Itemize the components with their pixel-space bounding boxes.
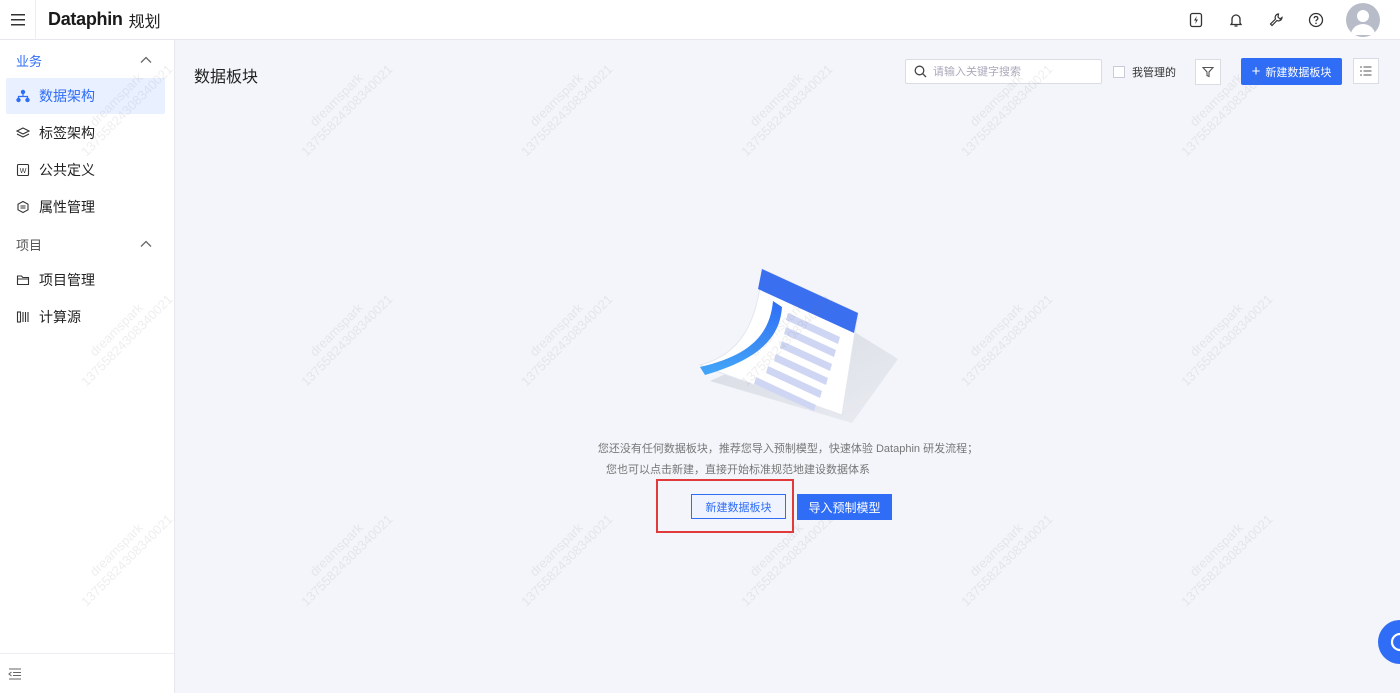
group-business[interactable]: 业务 [0, 42, 174, 78]
help-icon[interactable] [1296, 0, 1336, 40]
upgrade-icon[interactable] [1176, 0, 1216, 40]
sidebar-item-data-architecture[interactable]: 数据架构 [6, 78, 165, 114]
wrench-icon[interactable] [1256, 0, 1296, 40]
filter-button[interactable] [1195, 59, 1221, 85]
sidebar-collapse-button[interactable] [0, 653, 174, 693]
sidebar: 业务 数据架构 标签架构 W 公共定义 属性管理 项目 项目管理 计算源 [0, 40, 175, 693]
new-data-block-button[interactable]: + 新建数据板块 [1241, 58, 1342, 85]
compute-icon [16, 310, 30, 324]
chevron-up-icon [140, 240, 152, 247]
empty-new-data-block-button[interactable]: 新建数据板块 [691, 494, 786, 519]
chevron-up-icon [140, 56, 152, 63]
avatar[interactable] [1346, 3, 1380, 37]
search-box[interactable] [905, 59, 1102, 84]
sitemap-icon [16, 89, 30, 103]
main-content: 数据板块 我管理的 + 新建数据板块 [176, 41, 1400, 693]
list-icon [1360, 66, 1372, 76]
collapse-icon [8, 667, 21, 680]
folder-icon [16, 273, 30, 287]
group-project[interactable]: 项目 [0, 226, 174, 262]
filter-icon [1202, 66, 1214, 78]
doc-icon: W [16, 163, 30, 177]
empty-state-illustration [698, 268, 898, 423]
svg-text:W: W [20, 168, 27, 175]
plus-icon: + [1251, 63, 1261, 80]
sidebar-item-public-definition[interactable]: W 公共定义 [6, 152, 165, 188]
sidebar-item-attribute-management[interactable]: 属性管理 [6, 189, 165, 225]
attr-icon [16, 200, 30, 214]
list-view-button[interactable] [1353, 58, 1379, 84]
group-title: 项目 [16, 237, 43, 253]
top-bar: Dataphin 规划 [0, 0, 1400, 40]
sidebar-item-label: 属性管理 [39, 199, 95, 215]
brand[interactable]: Dataphin 规划 [48, 8, 161, 32]
sidebar-item-tag-architecture[interactable]: 标签架构 [6, 115, 165, 151]
empty-message-line2: 您也可以点击新建，直接开始标准规范地建设数据体系 [606, 464, 870, 476]
sidebar-item-project-management[interactable]: 项目管理 [6, 262, 165, 298]
chat-icon [1390, 632, 1400, 652]
new-data-block-label: 新建数据板块 [1265, 66, 1332, 79]
brand-logo: Dataphin [48, 9, 123, 29]
import-preset-model-button[interactable]: 导入预制模型 [797, 494, 892, 520]
search-input[interactable] [933, 65, 1093, 78]
page-title: 数据板块 [194, 69, 259, 86]
sidebar-item-compute-source[interactable]: 计算源 [6, 299, 165, 335]
my-managed-checkbox[interactable] [1113, 66, 1125, 78]
empty-message-line1: 您还没有任何数据板块，推荐您导入预制模型，快速体验 Dataphin 研发流程； [597, 443, 979, 455]
my-managed-label: 我管理的 [1132, 67, 1176, 79]
sidebar-item-label: 计算源 [39, 309, 81, 325]
sidebar-item-label: 项目管理 [39, 272, 95, 288]
my-managed-filter[interactable]: 我管理的 [1113, 64, 1176, 80]
sidebar-item-label: 数据架构 [39, 88, 95, 104]
search-icon [914, 65, 927, 78]
bell-icon[interactable] [1216, 0, 1256, 40]
hamburger-menu-icon[interactable] [0, 0, 36, 40]
sidebar-item-label: 公共定义 [39, 162, 95, 178]
layers-icon [16, 126, 30, 140]
group-title: 业务 [16, 53, 43, 69]
sidebar-item-label: 标签架构 [39, 125, 95, 141]
module-name: 规划 [128, 13, 161, 31]
